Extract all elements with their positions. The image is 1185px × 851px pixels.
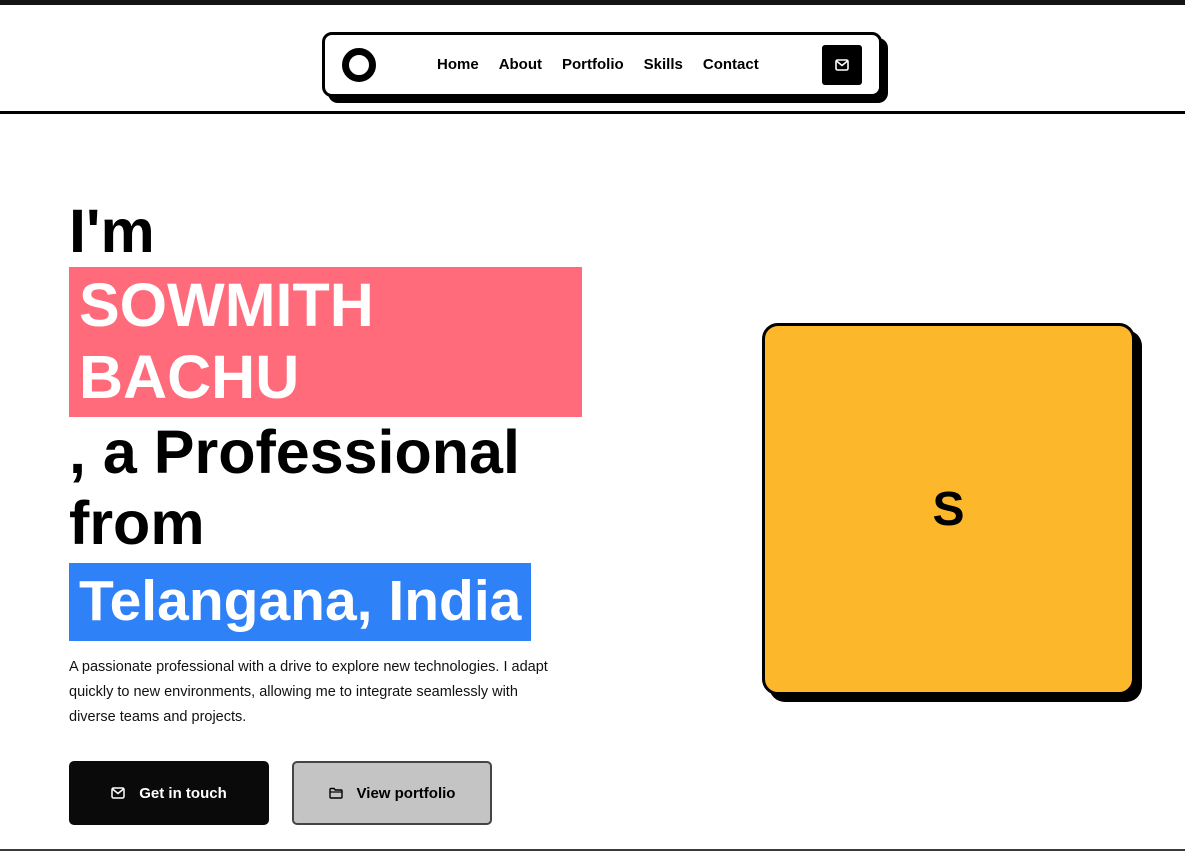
nav-link-portfolio[interactable]: Portfolio (562, 56, 624, 73)
nav-link-contact[interactable]: Contact (703, 56, 759, 73)
nav-links: Home About Portfolio Skills Contact (437, 35, 759, 94)
hero-description: A passionate professional with a drive t… (69, 659, 548, 725)
hero-name-first: SOWMITH (79, 271, 374, 339)
profile-initial: S (932, 482, 965, 536)
nav-link-about[interactable]: About (499, 56, 542, 73)
hero-name-highlight: SOWMITH BACHU (69, 267, 582, 417)
hero-name-last: BACHU (79, 343, 300, 411)
hero-heading: I'm SOWMITH BACHU , a Professional from … (69, 196, 629, 641)
navbar: Home About Portfolio Skills Contact (322, 32, 882, 97)
top-border (0, 0, 1185, 5)
nav-link-home[interactable]: Home (437, 56, 479, 73)
hero-location-highlight: Telangana, India (69, 563, 532, 641)
get-in-touch-button[interactable]: Get in touch (69, 761, 269, 825)
nav-link-skills[interactable]: Skills (644, 56, 683, 73)
view-portfolio-label: View portfolio (356, 784, 456, 802)
hero-intro: I'm (69, 197, 155, 265)
profile-initial-card: S (762, 323, 1135, 695)
logo-circle-icon[interactable] (342, 48, 376, 82)
mail-icon (835, 59, 849, 71)
mail-icon (111, 787, 125, 799)
mail-button[interactable] (822, 45, 862, 85)
get-in-touch-label: Get in touch (139, 784, 227, 802)
header-divider (0, 111, 1185, 114)
hero-role-line2: from (69, 489, 205, 557)
hero-role-line1: , a Professional (69, 418, 520, 486)
view-portfolio-button[interactable]: View portfolio (292, 761, 492, 825)
folder-icon (328, 787, 343, 799)
